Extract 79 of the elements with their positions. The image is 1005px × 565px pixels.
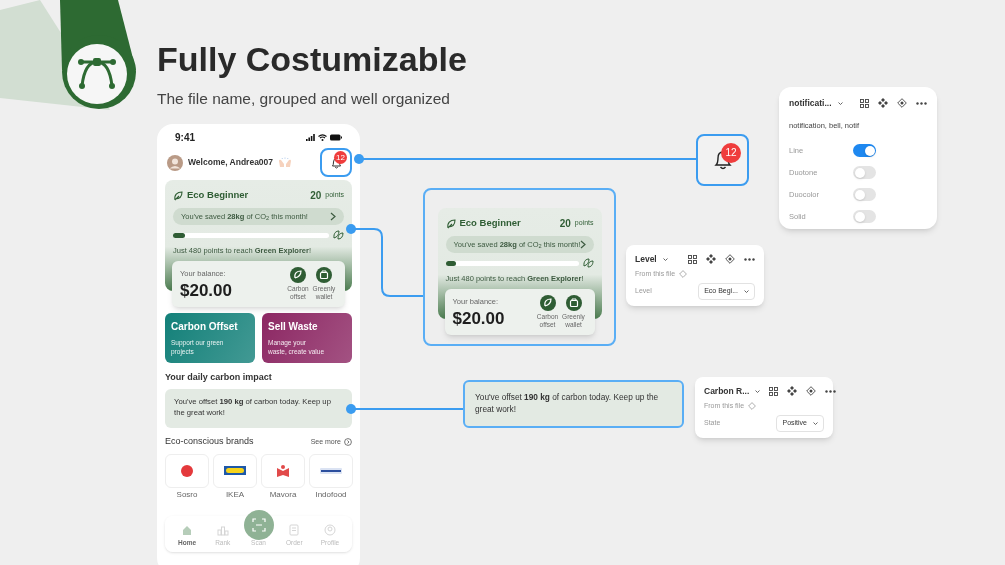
section-title: Your daily carbon impact [165,370,273,384]
home-icon [181,524,193,537]
more-icon [916,101,927,105]
welcome-text: Welcome, Andrea007 [188,156,274,169]
scan-icon [251,518,266,533]
component-icon [878,98,888,109]
grid-icon [860,98,869,108]
component-name[interactable]: Level [635,253,657,266]
component-name[interactable]: Carbon R... [704,385,750,398]
balance-amount: $20.00 [452,310,506,328]
notification-count: 12 [721,143,741,163]
receipt-icon [288,524,301,537]
level-name: Eco Beginner [459,216,522,231]
grid-icon [688,254,697,264]
target-icon [725,254,735,265]
brand-tile[interactable] [165,453,209,488]
caret-down-icon [662,257,668,261]
leaf-icon [445,218,456,229]
brand-logo-icon [277,464,289,477]
promo-title: Sell Waste [268,319,319,334]
target-icon [897,98,907,109]
brand-logo-icon [224,466,246,475]
diamond-icon [748,402,757,410]
brand-name: Mavora [269,489,297,500]
component-icon [706,254,716,265]
info-icon [344,437,352,446]
chevron-right-icon [330,212,336,222]
status-time: 9:41 [175,131,195,145]
leaf-button-icon [539,294,556,311]
badge-icon [333,230,344,241]
brand-name: IKEA [225,489,245,500]
notification-button[interactable]: 12 [320,148,352,177]
grid-icon [769,386,779,396]
balance-amount: $20.00 [180,282,233,300]
profile-icon [324,524,336,537]
toggle-switch[interactable] [853,144,876,157]
badge-icon [582,258,594,269]
impact-text: You've offset 190 kg of carbon today. Keep up the great work! [475,391,660,415]
caret-down-icon [813,422,818,425]
brand-tile[interactable] [309,453,353,488]
hands-icon [278,157,293,168]
battery-icon [330,134,342,141]
more-icon [825,389,837,393]
level-name: Eco Beginner [187,188,250,203]
brand-logo-icon [320,467,342,474]
points-value: 20 [310,189,322,203]
brand-logo-icon [181,464,193,477]
toggle-switch[interactable] [853,188,876,201]
points-value: 20 [559,217,571,231]
wallet-icon [316,266,332,283]
notification-count: 12 [334,151,347,164]
target-icon [806,386,817,397]
caret-down-icon [837,101,843,105]
toggle-switch[interactable] [853,210,876,223]
page-subtitle: The file name, grouped and well organized [157,89,450,109]
brand-tile[interactable] [213,453,257,488]
wifi-icon [318,134,327,141]
component-name[interactable]: notificati... [789,97,832,110]
pen-tool-icon [76,56,118,90]
leaf-button-icon [290,266,306,283]
wallet-icon [565,294,582,311]
section-title: Eco-conscious brands [165,435,255,448]
chevron-right-icon [580,240,587,250]
brand-name: Sosro [176,489,198,500]
brand-name: Indofood [315,489,347,500]
page-title: Fully Costumizable [157,42,467,76]
signal-icon [306,134,315,141]
caret-down-icon [755,389,761,393]
caret-down-icon [744,290,749,293]
scan-button[interactable] [243,510,274,541]
leaf-icon [173,190,183,201]
avatar-icon [167,154,183,171]
component-icon [787,386,798,397]
promo-title: Carbon Offset [171,319,239,334]
brand-tile[interactable] [261,453,305,488]
more-icon [744,257,755,261]
diamond-icon [679,270,688,278]
toggle-switch[interactable] [853,166,876,179]
rank-icon [216,524,229,537]
